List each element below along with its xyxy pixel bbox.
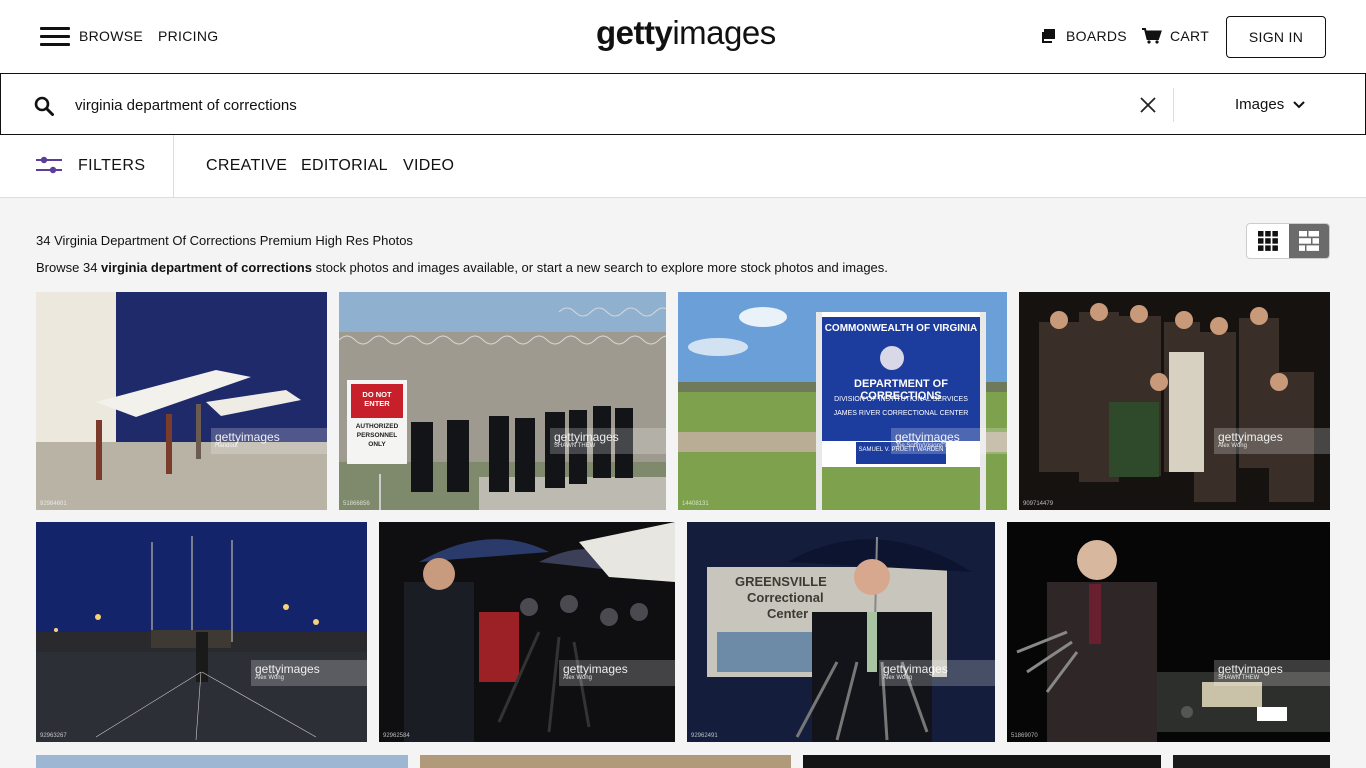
image-id: 92963267 (40, 733, 67, 739)
image-graphic (36, 292, 327, 510)
tab-video[interactable]: VIDEO (403, 157, 454, 175)
image-credit: Joe Sohm/Visions of America (895, 443, 973, 449)
sign-james-river: JAMES RIVER CORRECTIONAL CENTER (833, 410, 969, 417)
nav-browse-link[interactable]: BROWSE (79, 28, 143, 44)
image-thumbnail-partial[interactable] (420, 755, 791, 768)
image-graphic (1007, 522, 1330, 742)
close-icon[interactable] (1139, 96, 1157, 114)
image-id: 92962584 (383, 733, 410, 739)
sign-commonwealth: COMMONWEALTH OF VIRGINIA (824, 323, 978, 334)
image-graphic (36, 522, 367, 742)
watermark-logo: gettyimages (255, 662, 320, 676)
image-credit: Alex Wong (1218, 443, 1247, 449)
logo-light-text: images (672, 14, 776, 51)
image-id: 92984601 (40, 501, 67, 507)
watermark: gettyimages SHAWN THEW (550, 428, 666, 454)
image-id: 92962491 (691, 733, 718, 739)
results-sub-prefix: Browse 34 (36, 260, 102, 275)
media-type-dropdown[interactable]: Images (1235, 96, 1306, 113)
view-toggle (1246, 223, 1330, 259)
watermark: gettyimages Alex Wong (559, 660, 675, 686)
search-bar: Images (0, 73, 1366, 135)
image-id: 14408131 (682, 501, 709, 507)
logo-bold-text: getty (596, 14, 673, 51)
nav-pricing-link[interactable]: PRICING (158, 28, 218, 44)
image-graphic (1019, 292, 1330, 510)
mosaic-view-button[interactable] (1289, 224, 1329, 258)
search-input[interactable] (75, 94, 975, 116)
watermark: gettyimages Handout (211, 428, 327, 454)
image-thumbnail-greensville[interactable]: GREENSVILLE Correctional Center gettyima… (687, 522, 995, 742)
watermark-logo: gettyimages (1218, 662, 1283, 676)
watermark: gettyimages Alex Wong (879, 660, 995, 686)
image-thumbnail-corrections-sign[interactable]: COMMONWEALTH OF VIRGINIA DEPARTMENT OF C… (678, 292, 1007, 510)
boards-icon (1042, 29, 1055, 43)
grid-icon (1258, 231, 1278, 251)
image-thumbnail-press-umbrellas[interactable]: gettyimages Alex Wong 92962584 (379, 522, 675, 742)
chevron-down-icon (1293, 100, 1305, 108)
image-thumbnail-partial[interactable] (1173, 755, 1330, 768)
filters-label: FILTERS (78, 157, 146, 174)
watermark-logo: gettyimages (895, 430, 960, 444)
image-thumbnail-execution-table[interactable]: gettyimages Handout 92984601 (36, 292, 327, 510)
sliders-icon (36, 156, 62, 174)
search-icon[interactable] (34, 96, 54, 116)
image-credit: Alex Wong (255, 675, 284, 681)
correctional-sign: Correctional (747, 590, 824, 605)
mosaic-icon (1299, 231, 1319, 251)
image-thumbnail-partial[interactable] (803, 755, 1161, 768)
watermark-logo: gettyimages (1218, 430, 1283, 444)
image-thumbnail-reporters-night[interactable]: gettyimages Alex Wong 909714479 (1019, 292, 1330, 510)
image-credit: Alex Wong (883, 675, 912, 681)
watermark-logo: gettyimages (554, 430, 619, 444)
watermark: gettyimages Alex Wong (1214, 428, 1330, 454)
image-credit: SHAWN THEW (554, 443, 596, 449)
image-thumbnail-official-statement[interactable]: gettyimages SHAWN THEW 51869070 (1007, 522, 1330, 742)
watermark: gettyimages Alex Wong (251, 660, 367, 686)
results-sub-query: virginia department of corrections (101, 260, 312, 275)
sign-division: DIVISION OF INSTITUTIONAL SERVICES (834, 396, 968, 403)
sign-in-button[interactable]: SIGN IN (1226, 16, 1326, 58)
image-thumbnail-prison-night[interactable]: gettyimages Alex Wong 92963267 (36, 522, 367, 742)
watermark-logo: gettyimages (215, 430, 280, 444)
do-not-enter-sign: DO NOT ENTER (362, 390, 392, 408)
image-id: 909714479 (1023, 501, 1054, 507)
search-divider (1173, 88, 1174, 122)
gettyimages-logo[interactable]: gettyimages (596, 14, 776, 52)
greensville-sign: GREENSVILLE (735, 574, 827, 589)
cart-icon (1142, 28, 1162, 44)
image-graphic (379, 522, 675, 742)
image-id: 51869070 (1011, 733, 1038, 739)
tab-creative[interactable]: CREATIVE (206, 157, 287, 175)
center-sign: Center (767, 606, 809, 621)
image-credit: Alex Wong (563, 675, 592, 681)
top-navigation-bar: BROWSE PRICING gettyimages BOARDS CART S… (0, 0, 1366, 74)
boards-label: BOARDS (1066, 28, 1127, 44)
image-credit: SHAWN THEW (1218, 675, 1260, 681)
results-title: 34 Virginia Department Of Corrections Pr… (36, 233, 413, 248)
image-thumbnail-partial[interactable] (36, 755, 408, 768)
watermark: gettyimages Joe Sohm/Visions of America (891, 428, 1007, 454)
filters-button[interactable]: FILTERS (0, 135, 174, 197)
image-thumbnail-prison-officers[interactable]: DO NOT ENTER AUTHORIZED PERSONNEL ONLY g… (339, 292, 666, 510)
watermark-logo: gettyimages (883, 662, 948, 676)
filter-bar: FILTERS CREATIVE EDITORIAL VIDEO (0, 135, 1366, 198)
authorized-personnel-sign: AUTHORIZED PERSONNEL ONLY (355, 423, 399, 448)
image-graphic (687, 522, 995, 742)
cart-label: CART (1170, 28, 1210, 44)
watermark-logo: gettyimages (563, 662, 628, 676)
image-id: 51866856 (343, 501, 370, 507)
watermark: gettyimages SHAWN THEW (1214, 660, 1330, 686)
image-credit: Handout (215, 443, 238, 449)
results-sub-suffix: stock photos and images available, or st… (311, 260, 888, 275)
tab-editorial[interactable]: EDITORIAL (301, 157, 388, 175)
media-type-label: Images (1235, 96, 1285, 113)
menu-icon[interactable] (40, 27, 70, 47)
grid-view-button[interactable] (1247, 224, 1289, 258)
results-subtitle: Browse 34 virginia department of correct… (36, 260, 888, 275)
